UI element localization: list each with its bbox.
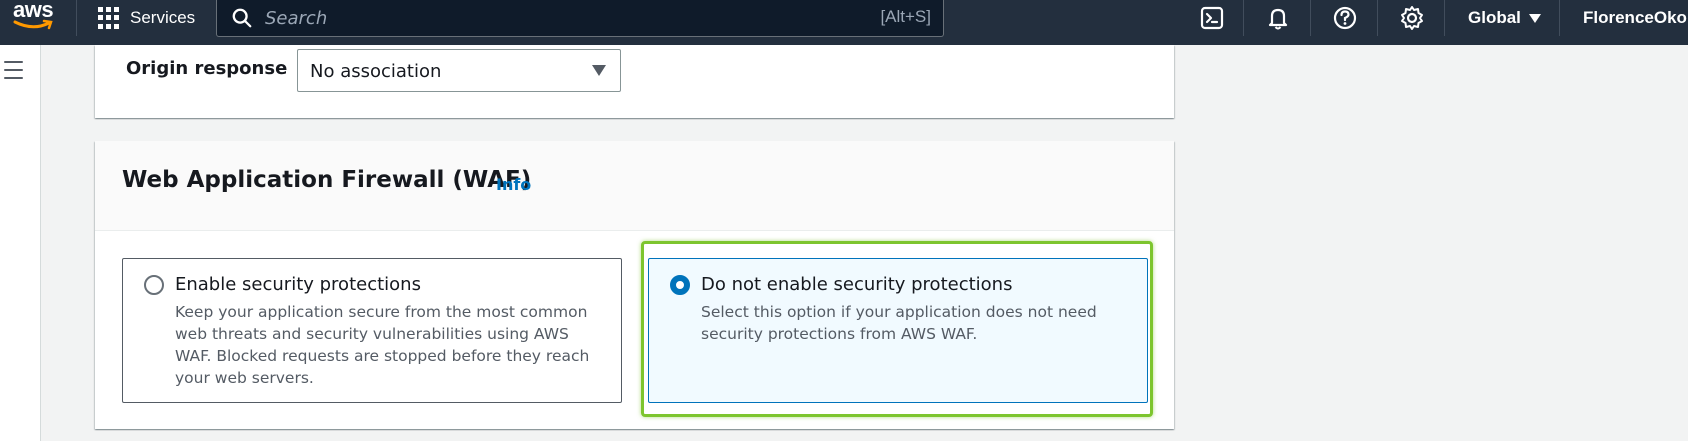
services-menu-button[interactable]: Services bbox=[98, 0, 195, 36]
tile-description: Keep your application secure from the mo… bbox=[175, 303, 590, 387]
region-selector[interactable]: Global bbox=[1468, 0, 1541, 36]
origin-response-select[interactable]: No association bbox=[297, 49, 621, 92]
origin-response-label: Origin response bbox=[126, 58, 288, 79]
waf-title: Web Application Firewall (WAF) bbox=[122, 167, 532, 193]
nav-divider bbox=[1243, 0, 1244, 36]
search-icon bbox=[232, 8, 252, 28]
notifications-icon[interactable] bbox=[1265, 5, 1291, 31]
caret-down-icon bbox=[592, 65, 606, 76]
enable-security-protections-tile[interactable]: Enable security protections Keep your ap… bbox=[122, 258, 622, 403]
tile-title: Do not enable security protections bbox=[701, 274, 1013, 295]
nav-divider bbox=[1310, 0, 1311, 36]
region-label: Global bbox=[1468, 8, 1521, 27]
enable-security-radio[interactable] bbox=[144, 275, 164, 295]
origin-response-selected-value: No association bbox=[310, 61, 442, 82]
top-navigation: aws Services [Alt+S] bbox=[0, 0, 1688, 45]
nav-divider bbox=[1559, 0, 1560, 36]
aws-logo[interactable]: aws bbox=[13, 0, 55, 32]
tile-title: Enable security protections bbox=[175, 274, 421, 295]
waf-info-link[interactable]: Info bbox=[496, 175, 531, 194]
menu-toggle-icon[interactable] bbox=[4, 61, 26, 81]
tile-description: Select this option if your application d… bbox=[701, 303, 1097, 343]
do-not-enable-security-radio[interactable] bbox=[670, 275, 690, 295]
nav-divider bbox=[1377, 0, 1378, 36]
caret-down-icon bbox=[1528, 13, 1541, 23]
nav-divider bbox=[1444, 0, 1445, 36]
cloudshell-icon[interactable] bbox=[1199, 5, 1225, 31]
waf-panel: Web Application Firewall (WAF) Info Enab… bbox=[95, 141, 1174, 429]
services-grid-icon bbox=[98, 7, 120, 29]
search-bar[interactable]: [Alt+S] bbox=[216, 0, 944, 37]
settings-icon[interactable] bbox=[1399, 5, 1425, 31]
do-not-enable-security-protections-tile[interactable]: Do not enable security protections Selec… bbox=[648, 258, 1148, 403]
search-shortcut-hint: [Alt+S] bbox=[880, 7, 931, 26]
cache-behavior-panel: Origin response No association bbox=[95, 45, 1174, 118]
side-navigation bbox=[0, 45, 41, 441]
account-menu[interactable]: FlorenceOkoli bbox=[1583, 8, 1688, 28]
nav-divider bbox=[76, 0, 77, 36]
aws-smile-icon bbox=[13, 19, 53, 30]
search-input[interactable] bbox=[265, 7, 845, 29]
waf-panel-header: Web Application Firewall (WAF) Info bbox=[95, 141, 1174, 231]
help-icon[interactable] bbox=[1332, 5, 1358, 31]
services-label: Services bbox=[130, 8, 196, 27]
